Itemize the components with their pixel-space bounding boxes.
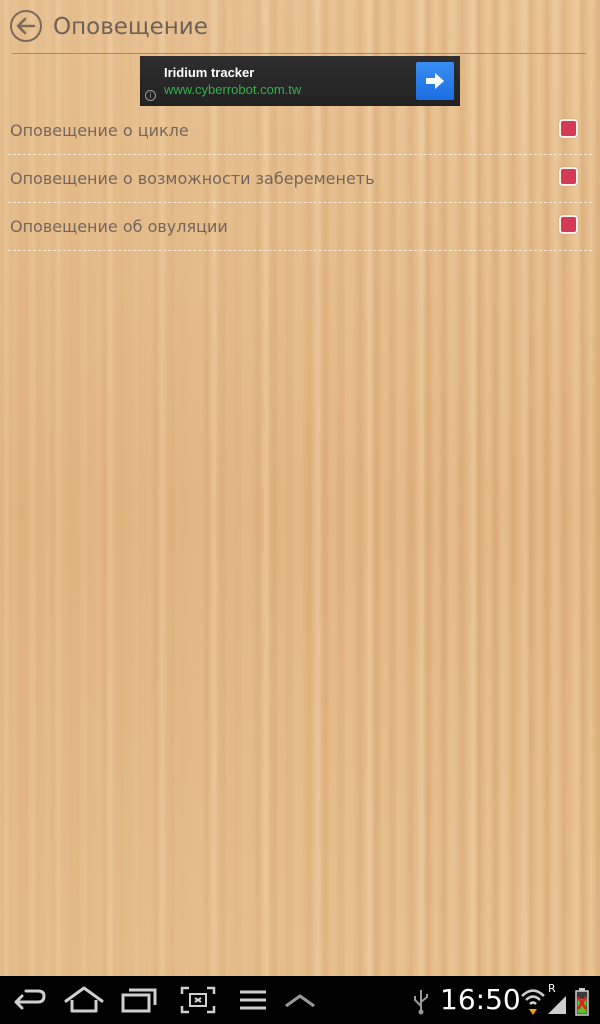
up-chevron-icon[interactable] (282, 976, 318, 1024)
clock: 16:50 (440, 983, 521, 1016)
recent-apps-icon[interactable] (118, 976, 160, 1024)
setting-row-ovulation[interactable]: Оповещение об овуляции (0, 203, 600, 251)
signal-roaming-label: R (548, 982, 556, 995)
ad-banner[interactable]: Iridium tracker www.cyberrobot.com.tw i (140, 56, 460, 106)
setting-label: Оповещение о цикле (10, 121, 189, 140)
checkbox-checked[interactable] (559, 215, 578, 234)
arrow-right-icon[interactable] (416, 62, 454, 100)
info-icon[interactable]: i (145, 90, 156, 101)
back-arrow-circle-icon[interactable] (10, 10, 42, 42)
checkbox-checked[interactable] (559, 167, 578, 186)
setting-row-cycle[interactable]: Оповещение о цикле (0, 107, 600, 155)
system-nav-bar: 16:50 R (0, 976, 600, 1024)
usb-icon (410, 976, 432, 1024)
ad-url: www.cyberrobot.com.tw (164, 82, 302, 97)
back-icon[interactable] (10, 976, 50, 1024)
divider (8, 250, 592, 251)
home-icon[interactable] (62, 976, 106, 1024)
action-bar: Оповещение (0, 0, 600, 54)
setting-label: Оповещение о возможности забеременеть (10, 169, 375, 188)
signal-icon: R (546, 976, 568, 1024)
settings-list: Оповещение о цикле Оповещение о возможно… (0, 107, 600, 251)
checkbox-checked[interactable] (559, 119, 578, 138)
page-title: Оповещение (53, 14, 208, 40)
battery-icon (572, 976, 592, 1024)
header-divider (12, 53, 586, 54)
setting-label: Оповещение об овуляции (10, 217, 228, 236)
screenshot-icon[interactable] (178, 976, 218, 1024)
setting-row-fertility[interactable]: Оповещение о возможности забеременеть (0, 155, 600, 203)
wifi-icon (520, 976, 546, 1024)
menu-icon[interactable] (236, 976, 272, 1024)
ad-title: Iridium tracker (164, 65, 255, 80)
